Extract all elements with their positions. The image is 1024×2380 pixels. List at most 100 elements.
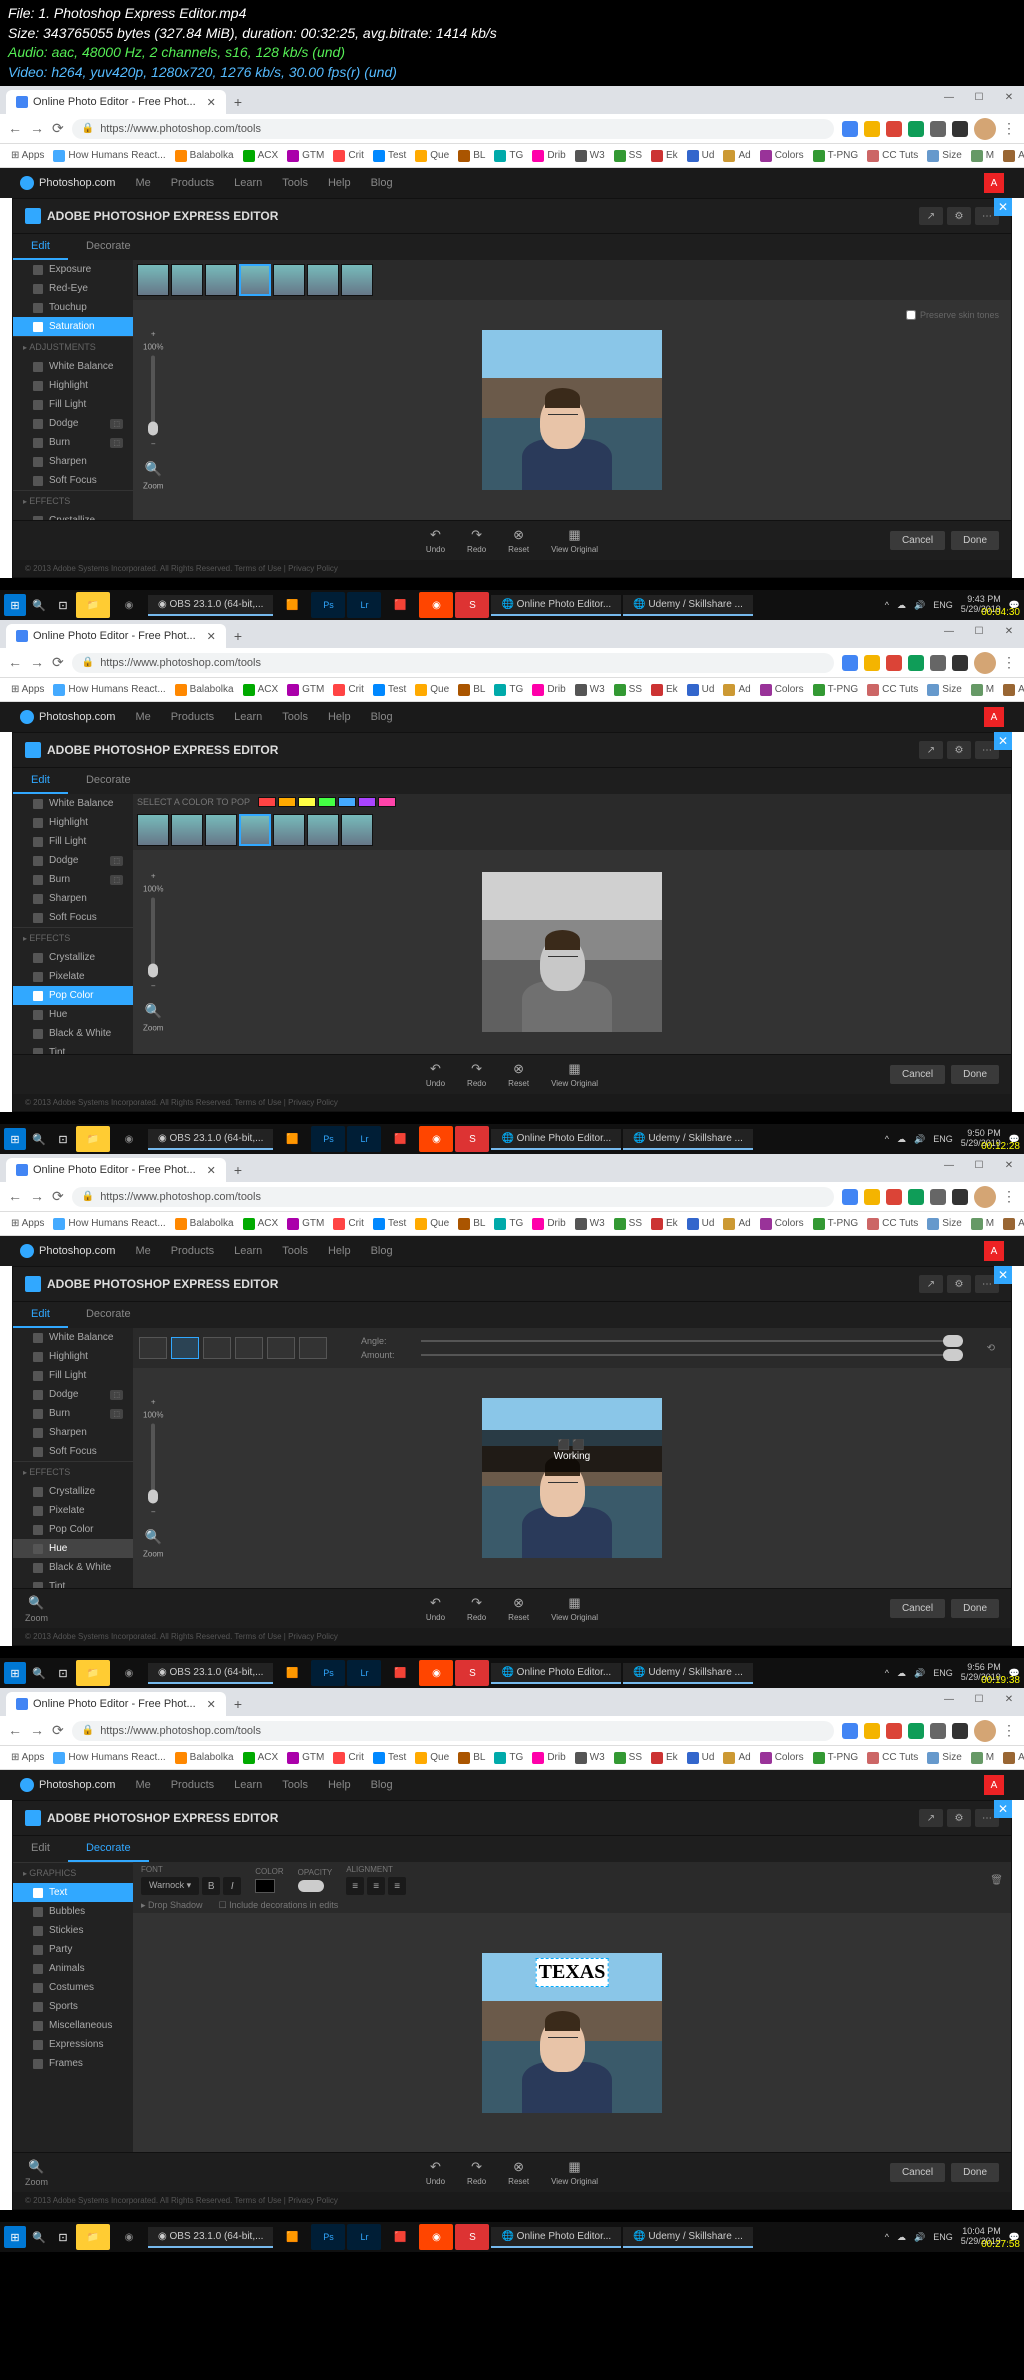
color-swatch[interactable] (278, 797, 296, 807)
bookmark-item[interactable]: Ek (648, 148, 681, 164)
menu-icon[interactable]: ⋮ (1002, 1188, 1016, 1205)
nav-blog[interactable]: Blog (371, 177, 393, 189)
tab-edit[interactable]: Edit (13, 1836, 68, 1862)
tab-edit[interactable]: Edit (13, 768, 68, 794)
color-swatch[interactable] (298, 797, 316, 807)
app-icon[interactable]: 🟥 (383, 1126, 417, 1152)
maximize-button[interactable]: ☐ (964, 1688, 994, 1710)
tool-crystallize[interactable]: Crystallize (13, 948, 133, 967)
back-button[interactable]: ← (8, 1188, 22, 1205)
bookmark-item[interactable]: Size (924, 682, 964, 698)
bookmark-item[interactable]: ACX (240, 148, 282, 164)
tool-sharpen[interactable]: Sharpen (13, 1423, 133, 1442)
tab-decorate[interactable]: Decorate (68, 234, 149, 260)
bookmark-item[interactable]: Crit (330, 1216, 367, 1232)
app-icon[interactable]: ◉ (112, 1660, 146, 1686)
opacity-slider[interactable] (298, 1880, 324, 1892)
editor-close-button[interactable]: ✕ (994, 1266, 1012, 1284)
chrome-app-2[interactable]: 🌐 Udemy / Skillshare ... (623, 1663, 753, 1684)
tool-soft_focus[interactable]: Soft Focus (13, 1442, 133, 1461)
share-button[interactable]: ↗ (919, 741, 943, 759)
distort-preset[interactable] (171, 1337, 199, 1359)
distort-preset[interactable] (235, 1337, 263, 1359)
bookmark-item[interactable]: Colors (757, 682, 807, 698)
preset-thumb-selected[interactable] (239, 264, 271, 296)
tool-bubbles[interactable]: Bubbles (13, 1902, 133, 1921)
bookmark-item[interactable]: Balabolka (172, 148, 237, 164)
lr-app-icon[interactable]: Lr (347, 592, 381, 618)
bookmark-item[interactable]: SS (611, 1750, 645, 1766)
tool-expressions[interactable]: Expressions (13, 2035, 133, 2054)
extension-icon[interactable] (886, 655, 902, 671)
bookmark-item[interactable]: How Humans React... (50, 1750, 168, 1766)
tray-chevron[interactable]: ^ (885, 1668, 889, 1678)
color-swatch[interactable] (378, 797, 396, 807)
bookmark-item[interactable]: M (968, 1750, 997, 1766)
bookmark-item[interactable]: Size (924, 148, 964, 164)
app-icon[interactable]: 🟧 (275, 592, 309, 618)
close-button[interactable]: ✕ (994, 620, 1024, 642)
bookmark-item[interactable]: GTM (284, 1750, 327, 1766)
reset-button[interactable]: ⊗Reset (508, 1595, 529, 1622)
bookmark-item[interactable]: How Humans React... (50, 682, 168, 698)
bookmark-item[interactable]: Drib (529, 1216, 568, 1232)
tool-highlight[interactable]: Highlight (13, 813, 133, 832)
snagit-icon[interactable]: S (455, 1660, 489, 1686)
app-icon[interactable]: ◉ (419, 1660, 453, 1686)
minimize-button[interactable]: — (934, 620, 964, 642)
maximize-button[interactable]: ☐ (964, 1154, 994, 1176)
preset-thumb[interactable] (171, 814, 203, 846)
new-tab-button[interactable]: + (226, 624, 250, 648)
distort-preset[interactable] (299, 1337, 327, 1359)
tool-hue[interactable]: Hue (13, 1539, 133, 1558)
tool-text[interactable]: Text (13, 1883, 133, 1902)
bookmark-item[interactable]: How Humans React... (50, 148, 168, 164)
snagit-icon[interactable]: S (455, 592, 489, 618)
bookmark-item[interactable]: TG (491, 682, 526, 698)
extension-icon[interactable] (930, 121, 946, 137)
nav-learn[interactable]: Learn (234, 1779, 262, 1791)
extension-icon[interactable] (864, 655, 880, 671)
extension-icon[interactable] (930, 1189, 946, 1205)
tool-white_balance[interactable]: White Balance (13, 794, 133, 813)
bookmark-item[interactable]: Test (370, 682, 409, 698)
address-bar[interactable]: 🔒 https://www.photoshop.com/tools (72, 1187, 834, 1207)
tool-redeye[interactable]: Red-Eye (13, 279, 133, 298)
app-icon[interactable]: ◉ (419, 592, 453, 618)
obs-app[interactable]: ◉ OBS 23.1.0 (64-bit,... (148, 1129, 273, 1150)
align-right[interactable]: ≡ (388, 1877, 406, 1895)
tray-cloud-icon[interactable]: ☁ (897, 1134, 906, 1145)
tool-dodge[interactable]: Dodge⬚ (13, 851, 133, 870)
back-button[interactable]: ← (8, 120, 22, 137)
close-button[interactable]: ✕ (994, 86, 1024, 108)
photoshop-logo[interactable]: Photoshop.com (20, 710, 115, 724)
cancel-button[interactable]: Cancel (890, 2163, 945, 2182)
bookmark-item[interactable]: Drib (529, 682, 568, 698)
bookmark-item[interactable]: Que (412, 148, 452, 164)
address-bar[interactable]: 🔒 https://www.photoshop.com/tools (72, 653, 834, 673)
bookmark-item[interactable]: M (968, 148, 997, 164)
nav-me[interactable]: Me (135, 177, 150, 189)
bookmark-item[interactable]: Ek (648, 1216, 681, 1232)
tool-burn[interactable]: Burn⬚ (13, 433, 133, 452)
start-button[interactable]: ⊞ (4, 1662, 26, 1684)
editor-close-button[interactable]: ✕ (994, 1800, 1012, 1818)
explorer-icon[interactable]: 📁 (76, 592, 110, 618)
extension-icon[interactable] (908, 1189, 924, 1205)
color-picker[interactable] (255, 1879, 275, 1893)
app-icon[interactable]: ◉ (112, 1126, 146, 1152)
chrome-app-1[interactable]: 🌐 Online Photo Editor... (491, 1663, 621, 1684)
nav-blog[interactable]: Blog (371, 1779, 393, 1791)
distort-preset[interactable] (203, 1337, 231, 1359)
ps-app-icon[interactable]: Ps (311, 2224, 345, 2250)
tool-pop-color[interactable]: Pop Color (13, 986, 133, 1005)
chrome-app-2[interactable]: 🌐 Udemy / Skillshare ... (623, 595, 753, 616)
tool-soft-focus[interactable]: Soft Focus (13, 471, 133, 490)
amount-slider[interactable] (421, 1354, 963, 1356)
forward-button[interactable]: → (30, 654, 44, 671)
color-swatch[interactable] (358, 797, 376, 807)
tool-pixelate[interactable]: Pixelate (13, 967, 133, 986)
search-icon[interactable]: 🔍 (28, 594, 50, 616)
view-original-button[interactable]: ▦View Original (551, 527, 598, 554)
nav-help[interactable]: Help (328, 177, 351, 189)
